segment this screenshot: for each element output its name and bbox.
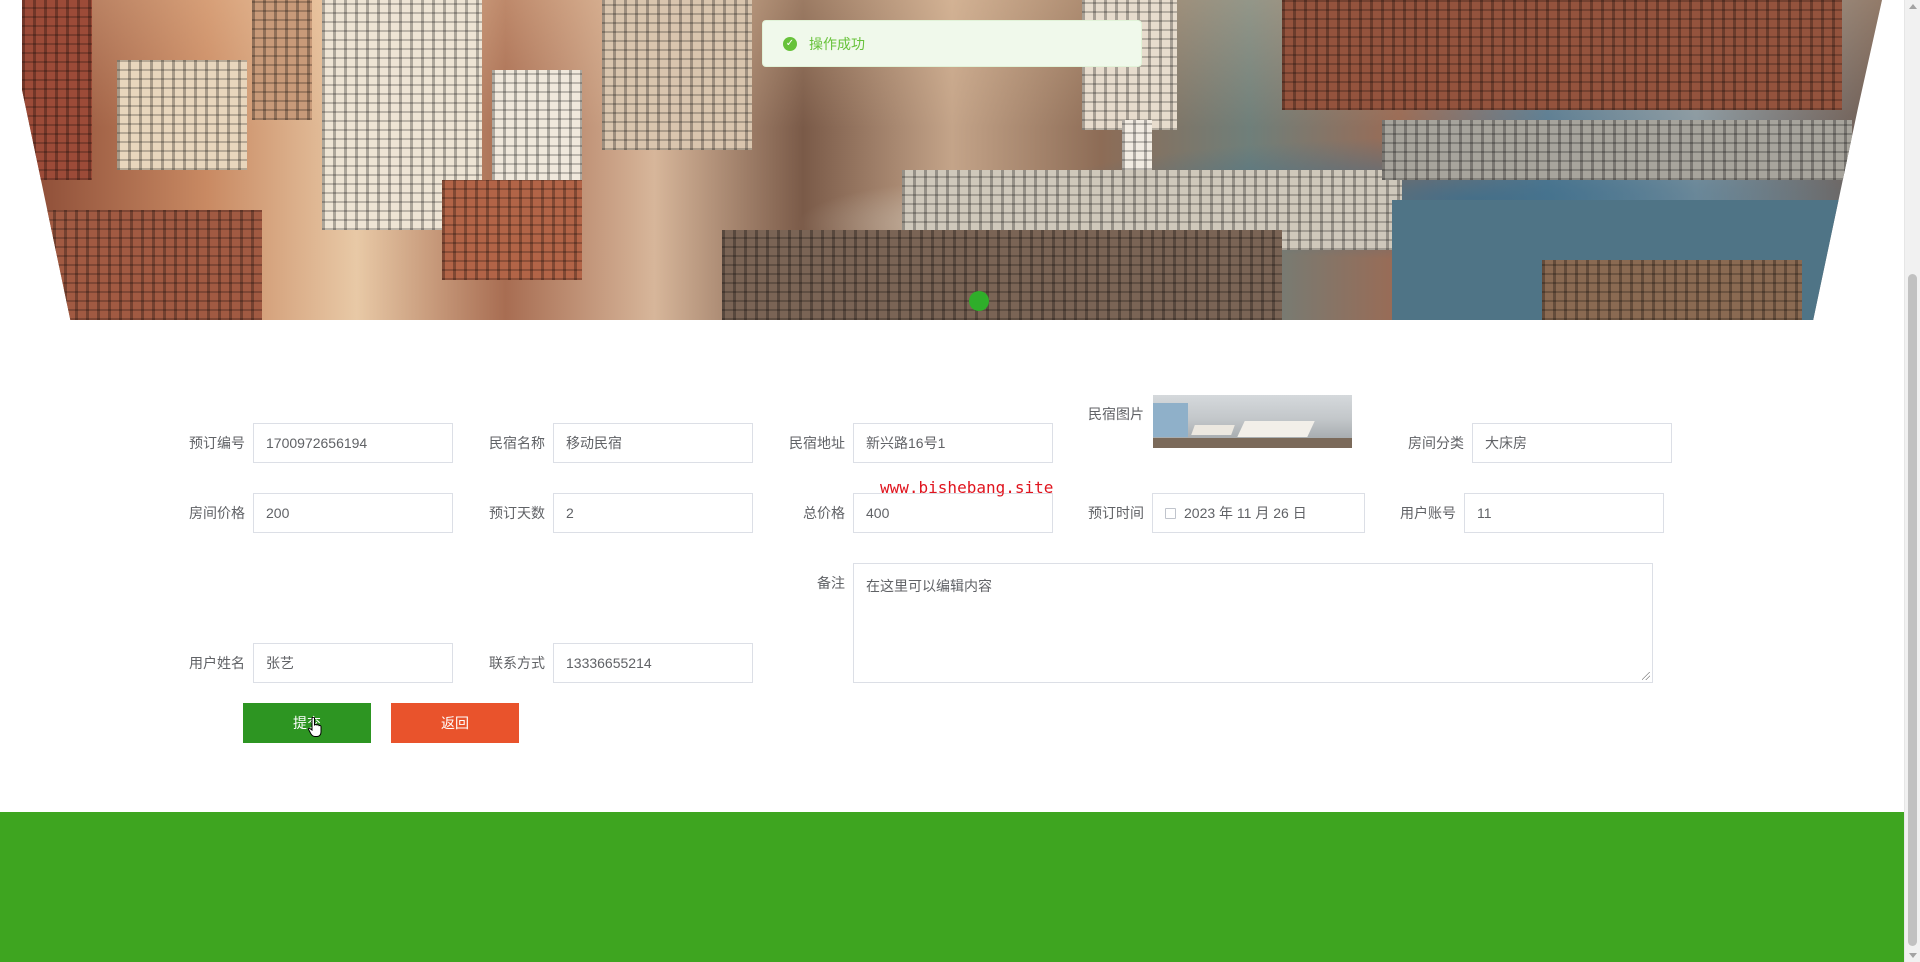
room-category-input[interactable]: 大床房 bbox=[1472, 423, 1672, 463]
order-no-input[interactable]: 1700972656194 bbox=[253, 423, 453, 463]
order-no-label: 预订编号 bbox=[189, 435, 245, 451]
homestay-name-input[interactable]: 移动民宿 bbox=[553, 423, 753, 463]
booking-time-label: 预订时间 bbox=[1088, 505, 1144, 521]
footer bbox=[0, 812, 1904, 962]
homestay-address-input[interactable]: 新兴路16号1 bbox=[853, 423, 1053, 463]
homestay-address-label: 民宿地址 bbox=[789, 435, 845, 451]
booking-days-input[interactable]: 2 bbox=[553, 493, 753, 533]
booking-form: 预订编号 1700972656194 民宿名称 移动民宿 民宿地址 新兴路16号… bbox=[0, 0, 1904, 812]
contact-label: 联系方式 bbox=[489, 655, 545, 671]
scrollbar-thumb[interactable] bbox=[1908, 274, 1917, 946]
room-category-label: 房间分类 bbox=[1408, 435, 1464, 451]
scroll-down-arrow-icon[interactable] bbox=[1909, 953, 1917, 958]
contact-input[interactable]: 13336655214 bbox=[553, 643, 753, 683]
booking-time-picker[interactable]: 2023 年 11 月 26 日 bbox=[1152, 493, 1365, 533]
back-button[interactable]: 返回 bbox=[391, 703, 519, 743]
hand-cursor-icon bbox=[308, 717, 322, 737]
remark-text: 在这里可以编辑内容 bbox=[866, 578, 992, 594]
room-price-label: 房间价格 bbox=[189, 505, 245, 521]
calendar-icon bbox=[1165, 508, 1176, 519]
watermark-text: www.bishebang.site bbox=[880, 478, 1054, 497]
user-name-input[interactable]: 张艺 bbox=[253, 643, 453, 683]
room-price-input[interactable]: 200 bbox=[253, 493, 453, 533]
homestay-name-label: 民宿名称 bbox=[489, 435, 545, 451]
scroll-up-arrow-icon[interactable] bbox=[1909, 4, 1917, 9]
homestay-image-label: 民宿图片 bbox=[1088, 406, 1144, 422]
remark-textarea[interactable]: 在这里可以编辑内容 bbox=[853, 563, 1653, 683]
user-name-label: 用户姓名 bbox=[189, 655, 245, 671]
total-price-label: 总价格 bbox=[803, 505, 845, 521]
vertical-scrollbar[interactable] bbox=[1904, 0, 1920, 962]
total-price-input[interactable]: 400 bbox=[853, 493, 1053, 533]
resize-handle[interactable] bbox=[1642, 672, 1650, 680]
user-account-input[interactable]: 11 bbox=[1464, 493, 1664, 533]
homestay-image-thumbnail[interactable] bbox=[1153, 395, 1352, 448]
booking-days-label: 预订天数 bbox=[489, 505, 545, 521]
submit-button[interactable]: 提交 bbox=[243, 703, 371, 743]
user-account-label: 用户账号 bbox=[1400, 505, 1456, 521]
booking-time-value: 2023 年 11 月 26 日 bbox=[1184, 505, 1307, 521]
remark-label: 备注 bbox=[817, 575, 845, 591]
